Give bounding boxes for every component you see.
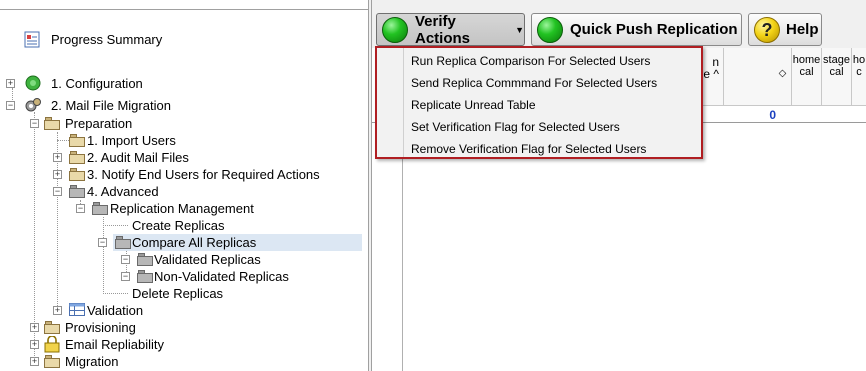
tree-label: 3. Notify End Users for Required Actions xyxy=(87,167,320,182)
tree-label: Compare All Replicas xyxy=(132,235,257,250)
tree-label: Migration xyxy=(65,354,119,369)
tree-top-border xyxy=(0,0,370,10)
verify-actions-button[interactable]: Verify Actions ▼ xyxy=(376,12,525,47)
expand-icon[interactable]: + xyxy=(6,79,15,88)
navigation-tree-panel: Progress Summary + 1. Configuration − 2.… xyxy=(0,0,370,371)
sort-icon: ◇ xyxy=(778,68,787,79)
expand-icon[interactable]: + xyxy=(53,153,62,162)
tree-label: Replication Management xyxy=(110,201,254,216)
tree-label: Non-Validated Replicas xyxy=(154,269,289,284)
collapse-icon[interactable]: − xyxy=(6,101,15,110)
column-header-text: home cal xyxy=(792,54,821,78)
tree-label: Delete Replicas xyxy=(132,286,224,301)
globe-icon xyxy=(25,75,41,91)
folder-icon xyxy=(92,202,108,215)
collapse-icon[interactable]: − xyxy=(30,119,39,128)
expand-icon[interactable]: + xyxy=(53,306,62,315)
folder-icon xyxy=(69,151,85,164)
help-button[interactable]: ? Help xyxy=(748,13,822,46)
report-icon xyxy=(24,31,40,48)
folder-icon xyxy=(44,321,60,334)
tree-connector xyxy=(103,217,104,294)
tree-label: Preparation xyxy=(65,116,133,131)
tree-label: Provisioning xyxy=(65,320,136,335)
folder-icon xyxy=(69,134,85,147)
cell-value: 0 xyxy=(769,108,776,122)
dropdown-arrow-icon: ▼ xyxy=(515,24,524,35)
collapse-icon[interactable]: − xyxy=(121,272,130,281)
tree-label: 1. Import Users xyxy=(87,133,176,148)
folder-icon xyxy=(44,355,60,368)
verify-actions-label: Verify Actions xyxy=(415,12,471,47)
column-header-partial-ho[interactable]: ho c xyxy=(852,48,866,106)
lock-folder-icon xyxy=(44,336,60,353)
quick-push-label: Quick Push Replication xyxy=(570,21,738,38)
collapse-icon[interactable]: − xyxy=(121,255,130,264)
tree-label: 1. Configuration xyxy=(51,76,143,91)
tree-item-compare-all-replicas[interactable]: Compare All Replicas xyxy=(113,234,362,251)
tree-connector xyxy=(57,140,69,141)
verify-actions-dropdown-menu: Run Replica Comparison For Selected User… xyxy=(375,46,703,159)
collapse-icon[interactable]: − xyxy=(76,204,85,213)
column-header-stage-cal[interactable]: stage cal xyxy=(822,48,852,106)
tree-label: Email Repliability xyxy=(65,337,164,352)
folder-icon xyxy=(44,117,60,130)
tree-label: Create Replicas xyxy=(132,218,225,233)
column-header-home-cal[interactable]: home cal xyxy=(792,48,822,106)
expand-icon[interactable]: + xyxy=(53,170,62,179)
folder-icon xyxy=(69,185,85,198)
folder-icon xyxy=(69,168,85,181)
tree-label: Progress Summary xyxy=(51,32,163,47)
green-status-icon xyxy=(537,16,563,43)
tree-label: 4. Advanced xyxy=(87,184,159,199)
table-icon xyxy=(69,303,85,316)
tree-label: Validated Replicas xyxy=(154,252,261,267)
tree-label: 2. Audit Mail Files xyxy=(87,150,189,165)
collapse-icon[interactable]: − xyxy=(53,187,62,196)
folder-icon xyxy=(137,253,153,266)
toolbar: Verify Actions ▼ Quick Push Replication … xyxy=(372,0,866,48)
expand-icon[interactable]: + xyxy=(30,323,39,332)
folder-icon xyxy=(137,270,153,283)
tree-label: Validation xyxy=(87,303,144,318)
collapse-icon[interactable]: − xyxy=(98,238,107,247)
help-label: Help xyxy=(786,21,819,38)
green-status-icon xyxy=(382,16,408,43)
folder-icon xyxy=(115,236,131,249)
menu-item-set-verification-flag[interactable]: Set Verification Flag for Selected Users xyxy=(411,117,620,137)
help-icon: ? xyxy=(754,16,780,43)
column-sort-glyph[interactable]: ◇ xyxy=(774,48,792,106)
menu-item-run-replica-comparison[interactable]: Run Replica Comparison For Selected User… xyxy=(411,51,650,71)
column-header-text: ho c xyxy=(852,54,866,78)
tree-label: 2. Mail File Migration xyxy=(51,98,171,113)
column-header-text: stage cal xyxy=(823,54,850,78)
menu-item-send-replica-command[interactable]: Send Replica Commmand For Selected Users xyxy=(411,73,657,93)
quick-push-replication-button[interactable]: Quick Push Replication xyxy=(531,13,742,46)
expand-icon[interactable]: + xyxy=(30,357,39,366)
tree-connector xyxy=(103,293,128,294)
menu-icon-gutter xyxy=(377,48,404,157)
menu-item-remove-verification-flag[interactable]: Remove Verification Flag for Selected Us… xyxy=(411,139,646,159)
expand-icon[interactable]: + xyxy=(30,340,39,349)
tree-connector xyxy=(103,225,128,226)
gears-icon xyxy=(25,98,41,112)
menu-item-replicate-unread-table[interactable]: Replicate Unread Table xyxy=(411,95,536,115)
